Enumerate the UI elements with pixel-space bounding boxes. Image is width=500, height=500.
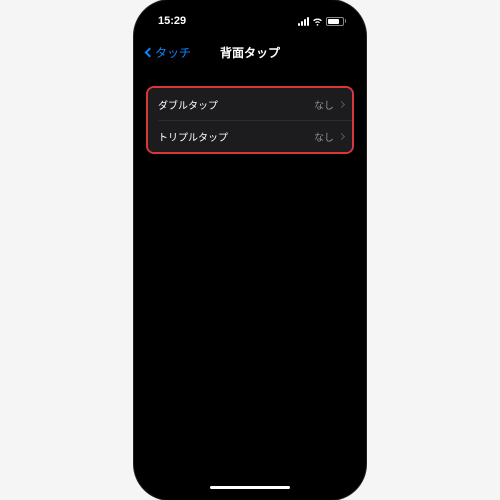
navigation-bar: タッチ 背面タップ [140,36,360,68]
notch [208,6,292,28]
row-value: なし [314,129,334,144]
page-title: 背面タップ [220,44,280,61]
status-time: 15:29 [158,15,186,27]
phone-frame: 15:29 72 タッチ [134,0,366,500]
wifi-icon [312,17,323,26]
battery-level: 72 [331,18,339,25]
chevron-left-icon [145,47,155,57]
triple-tap-row[interactable]: トリプルタップ なし [148,120,352,152]
content-area: ダブルタップ なし トリプルタップ なし [140,68,360,154]
chevron-right-icon [338,132,345,139]
row-value: なし [314,97,334,112]
double-tap-row[interactable]: ダブルタップ なし [148,88,352,120]
home-indicator[interactable] [210,486,290,489]
screen: 15:29 72 タッチ [140,6,360,494]
row-label: トリプルタップ [158,129,314,144]
row-label: ダブルタップ [158,97,314,112]
battery-icon: 72 [326,17,347,26]
cellular-signal-icon [298,17,309,26]
back-button-label: タッチ [155,44,191,61]
status-right: 72 [298,17,347,26]
settings-group: ダブルタップ なし トリプルタップ なし [146,86,354,154]
back-button[interactable]: タッチ [146,44,191,61]
chevron-right-icon [338,100,345,107]
